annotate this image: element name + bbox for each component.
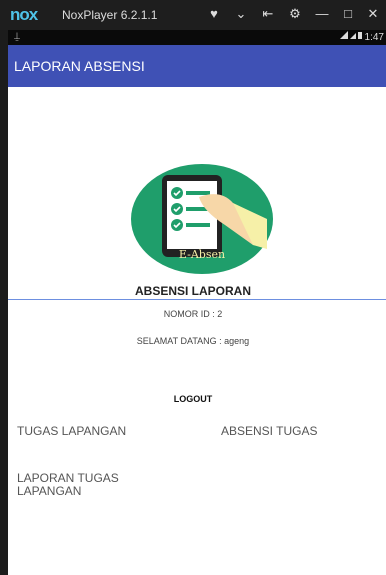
tugas-lapangan-button[interactable]: TUGAS LAPANGAN: [17, 425, 126, 438]
logout-button[interactable]: LOGOUT: [0, 394, 386, 404]
section-heading: ABSENSI LAPORAN: [134, 284, 251, 298]
page-title: LAPORAN ABSENSI: [14, 58, 145, 74]
welcome-text: SELAMAT DATANG : ageng: [136, 336, 250, 346]
status-time: 1:47: [364, 32, 384, 43]
status-right: 1:47: [339, 31, 384, 43]
close-icon[interactable]: ✕: [363, 6, 383, 22]
heart-icon[interactable]: ♥: [204, 6, 224, 21]
laporan-tugas-lapangan-button[interactable]: LAPORAN TUGAS LAPANGAN: [17, 472, 177, 498]
chevron-down-icon[interactable]: ⌄: [231, 6, 251, 22]
absensi-tugas-button[interactable]: ABSENSI TUGAS: [221, 425, 317, 438]
emulator-title-bar: nox NoxPlayer 6.2.1.1 ♥ ⌄ ⇤ ⚙ — □ ✕: [0, 0, 386, 30]
logo-label: E-Absen: [178, 248, 226, 261]
main-content: E-Absen ABSENSI LAPORAN NOMOR ID : 2 SEL…: [8, 87, 386, 575]
minimize-icon[interactable]: —: [312, 6, 332, 21]
emulator-title: NoxPlayer 6.2.1.1: [62, 8, 158, 22]
signal-wifi-icon: [339, 31, 362, 39]
app-bar: LAPORAN ABSENSI: [8, 45, 386, 87]
android-status-bar: ⍊ 1:47: [8, 30, 386, 45]
usb-icon: ⍊: [14, 31, 20, 42]
nox-logo: nox: [10, 5, 38, 24]
divider: [8, 299, 386, 300]
pin-icon[interactable]: ⇤: [258, 6, 278, 22]
maximize-icon[interactable]: □: [338, 6, 358, 21]
nomor-id-text: NOMOR ID : 2: [163, 309, 223, 319]
gear-icon[interactable]: ⚙: [285, 6, 305, 22]
app-logo: E-Absen: [129, 163, 275, 275]
